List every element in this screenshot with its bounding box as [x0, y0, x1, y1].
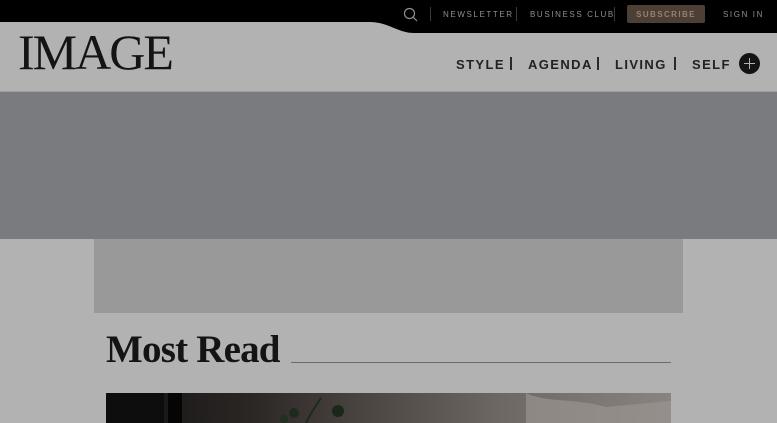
- nav-item-label: AGENDA: [528, 56, 593, 72]
- utility-separator: [430, 7, 431, 21]
- nav-item-living[interactable]: LIVING: [615, 55, 667, 73]
- plus-icon[interactable]: [739, 53, 760, 74]
- subscribe-label: SUBSCRIBE: [636, 9, 696, 19]
- advertisement-banner: [0, 92, 777, 239]
- article-image[interactable]: [106, 393, 671, 423]
- logo-text: IMAGE: [18, 24, 174, 80]
- business-club-link[interactable]: BUSINESS CLUB: [530, 0, 615, 29]
- nav-item-label: SELF: [692, 56, 731, 72]
- nav-item-agenda[interactable]: AGENDA: [528, 55, 593, 73]
- nav-item-label: LIVING: [615, 56, 667, 72]
- section-title-most-read: Most Read: [106, 328, 281, 371]
- nav-item-style[interactable]: STYLE: [456, 55, 505, 73]
- article-image-art: [106, 393, 671, 423]
- site-logo[interactable]: IMAGE: [18, 24, 174, 80]
- advertisement-slot: [94, 239, 683, 313]
- subscribe-button[interactable]: SUBSCRIBE: [627, 5, 705, 23]
- nav-separator: [510, 57, 512, 70]
- newsletter-label: NEWSLETTER: [443, 10, 514, 19]
- sign-in-link[interactable]: SIGN IN: [723, 0, 764, 29]
- newsletter-link[interactable]: NEWSLETTER: [443, 0, 514, 29]
- nav-separator: [674, 57, 676, 70]
- nav-item-label: STYLE: [456, 56, 505, 72]
- nav-item-self[interactable]: SELF: [692, 55, 731, 73]
- sign-in-label: SIGN IN: [723, 10, 764, 19]
- utility-separator: [614, 7, 615, 21]
- utility-separator: [516, 7, 517, 21]
- section-divider: [291, 362, 671, 363]
- nav-separator: [597, 57, 599, 70]
- search-icon[interactable]: [403, 7, 418, 22]
- business-club-label: BUSINESS CLUB: [530, 10, 615, 19]
